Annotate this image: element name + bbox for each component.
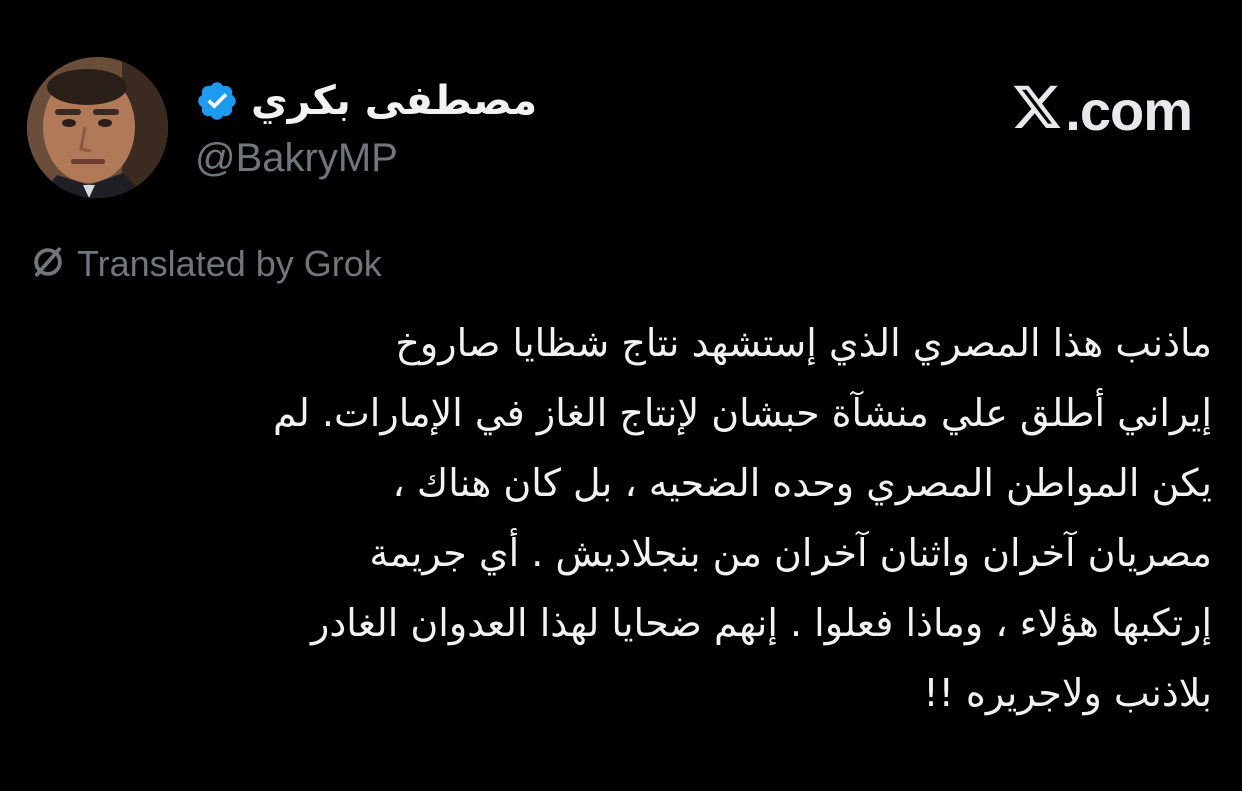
tweet-text: ماذنب هذا المصري الذي إستشهد نتاج شظايا … — [22, 308, 1212, 728]
translated-by-label: Translated by Grok — [77, 243, 382, 284]
brand-domain-text: .com — [1065, 79, 1193, 142]
tweet-text-line: بلاذنب ولاجريره !! — [923, 671, 1212, 715]
tweet-text-line: مصريان آخران واثنان آخران من بنجلاديش . … — [369, 531, 1212, 575]
x-brand-logo: .com — [1011, 78, 1193, 143]
tweet-text-line: يكن المواطن المصري وحده الضحيه ، بل كان … — [392, 461, 1212, 505]
author-display-name[interactable]: مصطفى بكري — [251, 78, 537, 124]
avatar-photo — [27, 57, 168, 198]
tweet-text-line: إرتكبها هؤلاء ، وماذا فعلوا . إنهم ضحايا… — [310, 601, 1212, 645]
tweet-text-line: ماذنب هذا المصري الذي إستشهد نتاج شظايا … — [395, 321, 1212, 365]
author-handle[interactable]: @BakryMP — [195, 136, 398, 181]
author-avatar[interactable] — [27, 57, 168, 198]
slashed-circle-icon — [29, 243, 67, 285]
x-logo-icon — [1011, 85, 1063, 137]
tweet-text-line: إيراني أطلق علي منشآة حبشان لإنتاج الغاز… — [272, 391, 1212, 435]
author-name-row[interactable]: مصطفى بكري — [195, 76, 537, 126]
verified-badge-icon — [195, 79, 239, 123]
translation-indicator[interactable]: Translated by Grok — [29, 243, 382, 285]
